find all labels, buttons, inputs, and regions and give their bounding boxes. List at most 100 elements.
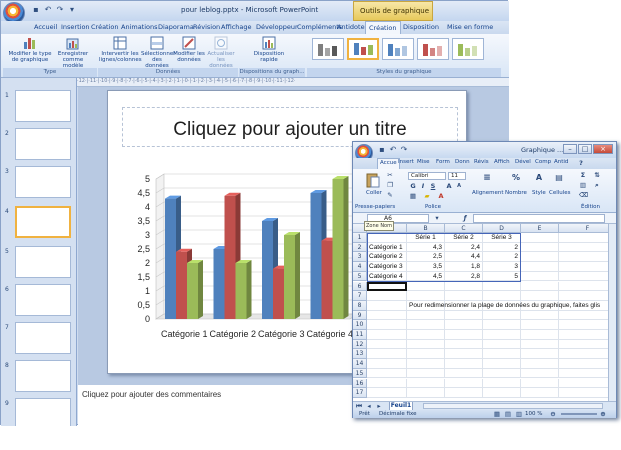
cell-c5[interactable]: 2,8	[445, 271, 483, 282]
formula-input[interactable]	[473, 214, 605, 223]
alignment-icon[interactable]: ≡	[483, 174, 491, 183]
cell-c12[interactable]	[445, 339, 483, 350]
cell-d12[interactable]	[483, 339, 521, 350]
cell-a3[interactable]: Catégorie 2	[367, 252, 407, 263]
cell-b4[interactable]: 3,5	[407, 262, 445, 272]
cell-a8[interactable]	[367, 300, 407, 311]
cell-c4[interactable]: 1,8	[445, 262, 483, 272]
row-header[interactable]: 10	[353, 320, 367, 330]
column-header[interactable]: E	[521, 224, 559, 233]
cell-d2[interactable]: 2	[483, 242, 521, 253]
undo-icon[interactable]: ↶	[43, 5, 53, 15]
chart-style-5[interactable]	[452, 38, 484, 60]
excel-tab-affichage[interactable]: Affich	[494, 159, 510, 165]
row-header[interactable]: 2	[353, 242, 367, 253]
chart-style-2[interactable]	[347, 38, 379, 60]
column-header[interactable]: C	[445, 224, 483, 233]
alignment-button[interactable]: Alignement	[472, 190, 504, 196]
find-icon[interactable]: ⌕	[593, 181, 601, 189]
save-as-template-button[interactable]: Enregistrer comme modèle	[53, 36, 93, 69]
font-name-select[interactable]: Calibri	[408, 172, 446, 180]
fill-icon[interactable]: ▥	[579, 181, 587, 189]
next-sheet-icon[interactable]: ▸	[375, 402, 383, 410]
row-header[interactable]: 11	[353, 330, 367, 340]
cell-d10[interactable]	[483, 320, 521, 330]
cell-d6[interactable]	[483, 281, 521, 292]
column-header[interactable]: B	[407, 224, 445, 233]
cell-a12[interactable]	[367, 339, 407, 350]
copy-icon[interactable]: ❐	[386, 181, 394, 189]
cut-icon[interactable]: ✂	[386, 171, 394, 179]
cell-e14[interactable]	[521, 359, 559, 369]
cell-a11[interactable]	[367, 330, 407, 340]
cell-a17[interactable]	[367, 388, 407, 398]
excel-tab-developpeur[interactable]: Dével	[515, 159, 531, 165]
borders-icon[interactable]: ▦	[409, 192, 417, 200]
cell-a5[interactable]: Catégorie 4	[367, 271, 407, 282]
row-header[interactable]: 1	[353, 233, 367, 243]
cell-e15[interactable]	[521, 368, 559, 379]
close-button[interactable]: ×	[593, 144, 613, 154]
cell-b13[interactable]	[407, 349, 445, 360]
font-size-select[interactable]: 11	[448, 172, 466, 180]
tab-revision[interactable]: Révision	[193, 23, 220, 31]
row-header[interactable]: 5	[353, 271, 367, 282]
excel-tab-complements[interactable]: Comp	[535, 159, 551, 165]
cell-d13[interactable]	[483, 349, 521, 360]
tab-chart-format[interactable]: Mise en forme	[447, 23, 493, 31]
maximize-button[interactable]: □	[578, 144, 592, 154]
cell-c3[interactable]: 4,4	[445, 252, 483, 263]
row-header[interactable]: 7	[353, 291, 367, 301]
row-header[interactable]: 3	[353, 252, 367, 263]
cell-b16[interactable]	[407, 378, 445, 389]
excel-redo-icon[interactable]: ↷	[399, 145, 409, 155]
tab-diaporama[interactable]: Diaporama	[158, 23, 194, 31]
row-header[interactable]: 12	[353, 339, 367, 350]
tab-chart-creation[interactable]: Création	[365, 21, 401, 34]
help-icon[interactable]: ?	[577, 159, 585, 167]
slide-thumbnail-3[interactable]	[15, 166, 71, 198]
format-painter-icon[interactable]: ✎	[386, 191, 394, 199]
slide-thumbnail-8[interactable]	[15, 360, 71, 392]
cell-b14[interactable]	[407, 359, 445, 369]
cell-d14[interactable]	[483, 359, 521, 369]
column-header[interactable]: D	[483, 224, 521, 233]
excel-tab-revision[interactable]: Révis	[474, 159, 489, 165]
cell-b3[interactable]: 2,5	[407, 252, 445, 263]
excel-tab-accueil[interactable]: Accue	[377, 158, 400, 169]
cell-a1[interactable]	[367, 233, 407, 243]
excel-save-icon[interactable]: ▪	[377, 145, 387, 155]
page-break-icon[interactable]: ▥	[515, 410, 523, 418]
cell-c6[interactable]	[445, 281, 483, 292]
cell-d5[interactable]: 5	[483, 271, 521, 282]
sort-filter-icon[interactable]: ⇅	[593, 171, 601, 179]
cell-b5[interactable]: 4,5	[407, 271, 445, 282]
cell-e1[interactable]	[521, 233, 559, 243]
tab-chart-disposition[interactable]: Disposition	[403, 23, 439, 31]
row-header[interactable]: 16	[353, 378, 367, 389]
cell-d16[interactable]	[483, 378, 521, 389]
cell-a7[interactable]	[367, 291, 407, 301]
row-header[interactable]: 17	[353, 388, 367, 398]
cell-b2[interactable]: 4,3	[407, 242, 445, 253]
excel-undo-icon[interactable]: ↶	[388, 145, 398, 155]
zoom-in-icon[interactable]: ⊕	[599, 410, 607, 418]
worksheet-grid[interactable]: ABCDEF1Série 1Série 2Série 32Catégorie 1…	[353, 224, 616, 401]
first-sheet-icon[interactable]: ⏮	[355, 402, 363, 410]
cell-e13[interactable]	[521, 349, 559, 360]
name-box-dropdown-icon[interactable]: ▾	[433, 214, 441, 222]
chart-style-3[interactable]	[382, 38, 414, 60]
bar-chart[interactable]: 00,511,522,533,544,55 Catégorie 1 Catégor…	[122, 159, 362, 349]
tab-animations[interactable]: Animations	[121, 23, 158, 31]
minimize-button[interactable]: –	[563, 144, 577, 154]
slide-thumbnail-2[interactable]	[15, 128, 71, 160]
tab-accueil[interactable]: Accueil	[34, 23, 57, 31]
cell-a14[interactable]	[367, 359, 407, 369]
tab-complements[interactable]: Compléments	[297, 23, 342, 31]
slide-thumbnail-7[interactable]	[15, 322, 71, 354]
cell-d17[interactable]	[483, 388, 521, 398]
cell-c11[interactable]	[445, 330, 483, 340]
tab-creation[interactable]: Création	[91, 23, 119, 31]
row-header[interactable]: 9	[353, 310, 367, 321]
chart-style-4[interactable]	[417, 38, 449, 60]
